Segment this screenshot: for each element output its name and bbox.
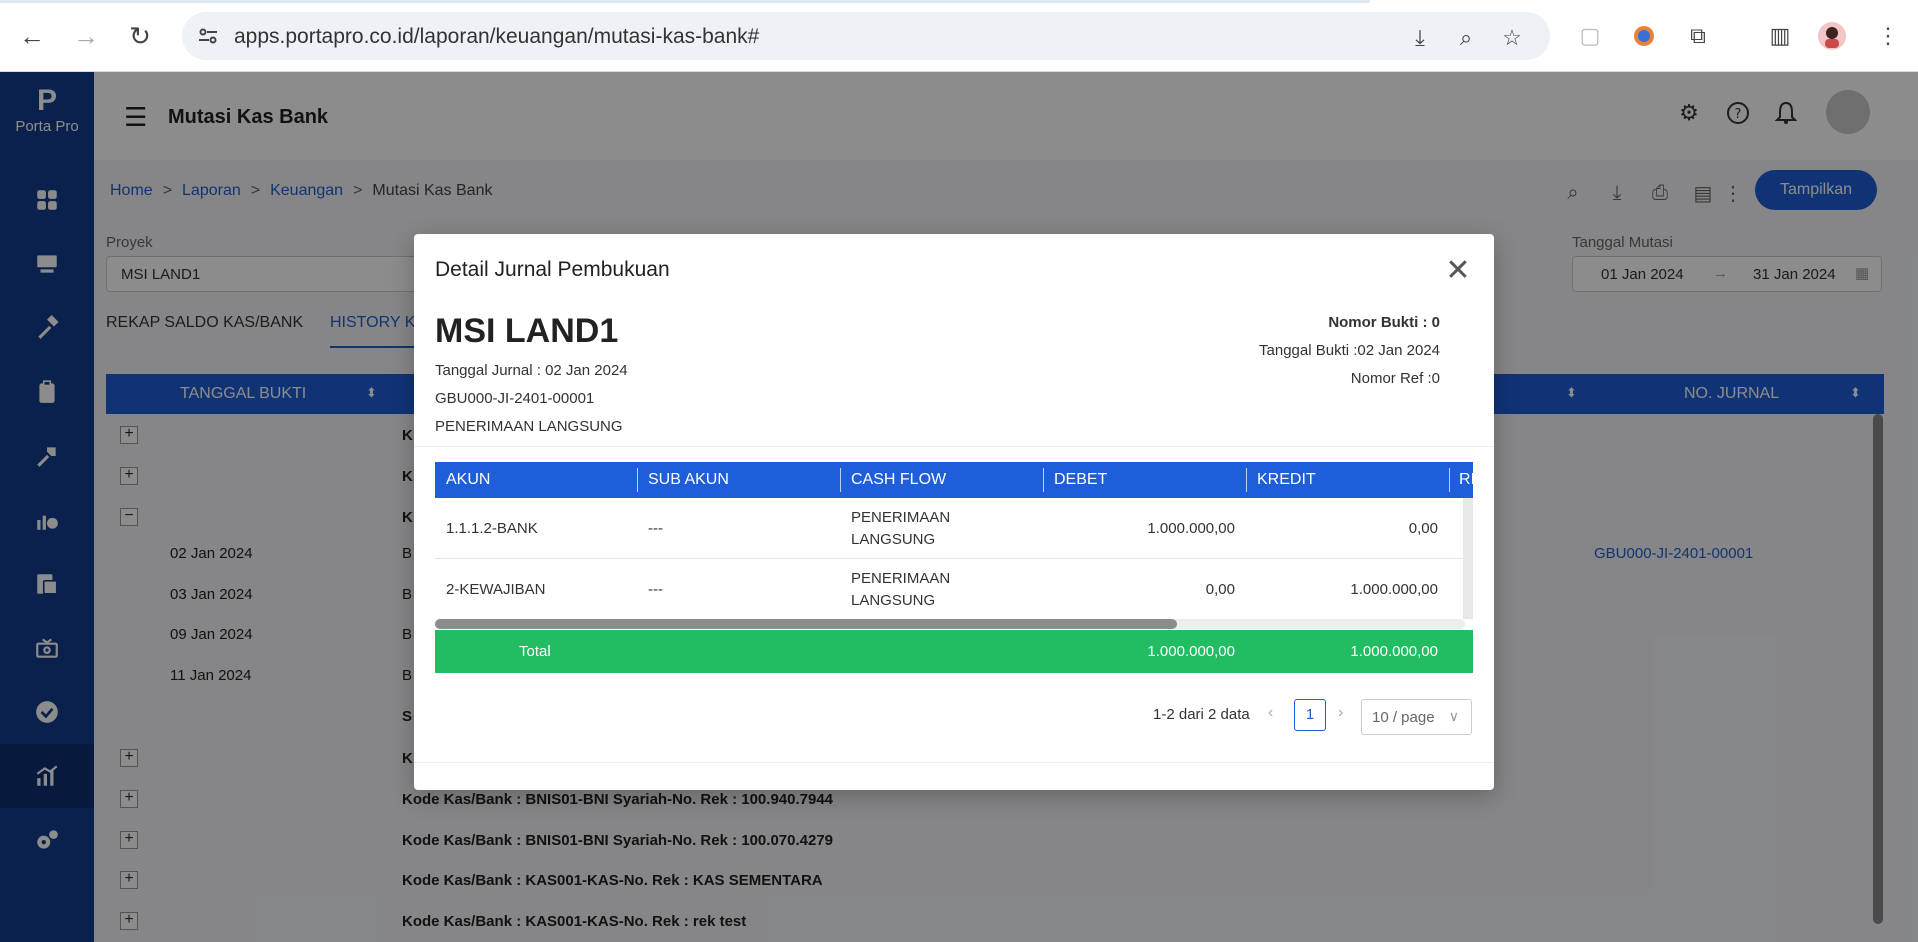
cell-sub-akun: --- (648, 581, 663, 598)
browser-menu-icon[interactable]: ⋮ (1874, 22, 1902, 50)
extensions-puzzle-icon[interactable]: ⧉ (1684, 22, 1712, 50)
profile-avatar-icon[interactable] (1818, 22, 1846, 50)
nomor-bukti: Nomor Bukti : 0 (1328, 314, 1440, 331)
zoom-icon[interactable]: ⌕ (1452, 24, 1480, 52)
jenis-transaksi: PENERIMAAN LANGSUNG (435, 418, 623, 435)
extension-icon[interactable]: ▢ (1576, 22, 1604, 50)
address-bar[interactable]: apps.portapro.co.id/laporan/keuangan/mut… (182, 12, 1550, 60)
modal-footer-divider (414, 762, 1494, 763)
jurnal-table: AKUN SUB AKUN CASH FLOW DEBET KREDIT RI … (435, 462, 1473, 674)
jurnal-table-header: AKUN SUB AKUN CASH FLOW DEBET KREDIT RI (435, 462, 1473, 498)
total-debet: 1.000.000,00 (1147, 643, 1235, 660)
cell-cash-flow: PENERIMAAN (851, 570, 951, 587)
detail-jurnal-modal: Detail Jurnal Pembukuan ✕ MSI LAND1 Tang… (414, 234, 1494, 790)
page-number-button[interactable]: 1 (1294, 699, 1326, 731)
cell-sub-akun: --- (648, 520, 663, 537)
page-size-value: 10 / page (1372, 709, 1435, 726)
reload-icon[interactable]: ↻ (122, 18, 158, 54)
horizontal-scroll-thumb[interactable] (435, 619, 1177, 629)
col-sub-akun: SUB AKUN (648, 471, 729, 488)
total-row: Total 1.000.000,00 1.000.000,00 (435, 630, 1473, 673)
column-divider (1043, 468, 1044, 492)
total-label: Total (519, 643, 551, 660)
modal-divider (414, 446, 1494, 447)
cell-cash-flow: LANGSUNG (851, 592, 936, 609)
forward-arrow-icon[interactable]: → (68, 18, 104, 54)
col-kredit: KREDIT (1257, 471, 1316, 488)
install-app-icon[interactable]: ⤓ (1406, 24, 1434, 52)
column-divider (1246, 468, 1247, 492)
column-divider (840, 468, 841, 492)
row-separator (435, 558, 1465, 559)
col-cash-flow: CASH FLOW (851, 471, 947, 488)
cell-kredit: 0,00 (1408, 520, 1438, 537)
close-icon[interactable]: ✕ (1444, 254, 1472, 287)
cell-cash-flow: PENERIMAAN (851, 509, 951, 526)
tanggal-bukti: Tanggal Bukti :02 Jan 2024 (1259, 342, 1440, 359)
cell-debet: 0,00 (1205, 581, 1235, 598)
kode-jurnal: GBU000-JI-2401-00001 (435, 390, 595, 407)
cell-cash-flow: LANGSUNG (851, 531, 936, 548)
back-arrow-icon[interactable]: ← (14, 18, 50, 54)
next-page-icon[interactable]: › (1338, 704, 1343, 722)
cell-debet: 1.000.000,00 (1147, 520, 1235, 537)
url-text[interactable]: apps.portapro.co.id/laporan/keuangan/mut… (234, 25, 759, 49)
col-akun: AKUN (446, 471, 491, 488)
modal-title: Detail Jurnal Pembukuan (435, 258, 670, 281)
browser-toolbar: ← → ↻ apps.portapro.co.id/laporan/keuang… (0, 0, 1918, 72)
cell-akun: 1.1.1.2-BANK (446, 520, 538, 537)
site-settings-icon[interactable] (196, 24, 220, 48)
total-kredit: 1.000.000,00 (1350, 643, 1438, 660)
cell-akun: 2-KEWAJIBAN (446, 581, 546, 598)
col-debet: DEBET (1054, 471, 1108, 488)
project-name: MSI LAND1 (435, 312, 619, 350)
table-vertical-scrollbar[interactable] (1463, 498, 1473, 619)
column-divider (1449, 468, 1450, 492)
page-load-bar (0, 0, 1370, 3)
pagination-info: 1-2 dari 2 data (1153, 706, 1250, 723)
prev-page-icon[interactable]: ‹ (1268, 704, 1273, 722)
page-size-select[interactable]: 10 / page ∨ (1361, 699, 1472, 735)
col-ri: RI (1459, 471, 1473, 488)
chevron-down-icon: ∨ (1448, 708, 1459, 724)
side-panel-icon[interactable]: ▥ (1766, 22, 1794, 50)
extension-circle-icon[interactable] (1630, 22, 1658, 50)
cell-kredit: 1.000.000,00 (1350, 581, 1438, 598)
tanggal-jurnal: Tanggal Jurnal : 02 Jan 2024 (435, 362, 628, 379)
bookmark-star-icon[interactable]: ☆ (1498, 24, 1526, 52)
column-divider (637, 468, 638, 492)
nomor-ref: Nomor Ref :0 (1350, 370, 1440, 387)
